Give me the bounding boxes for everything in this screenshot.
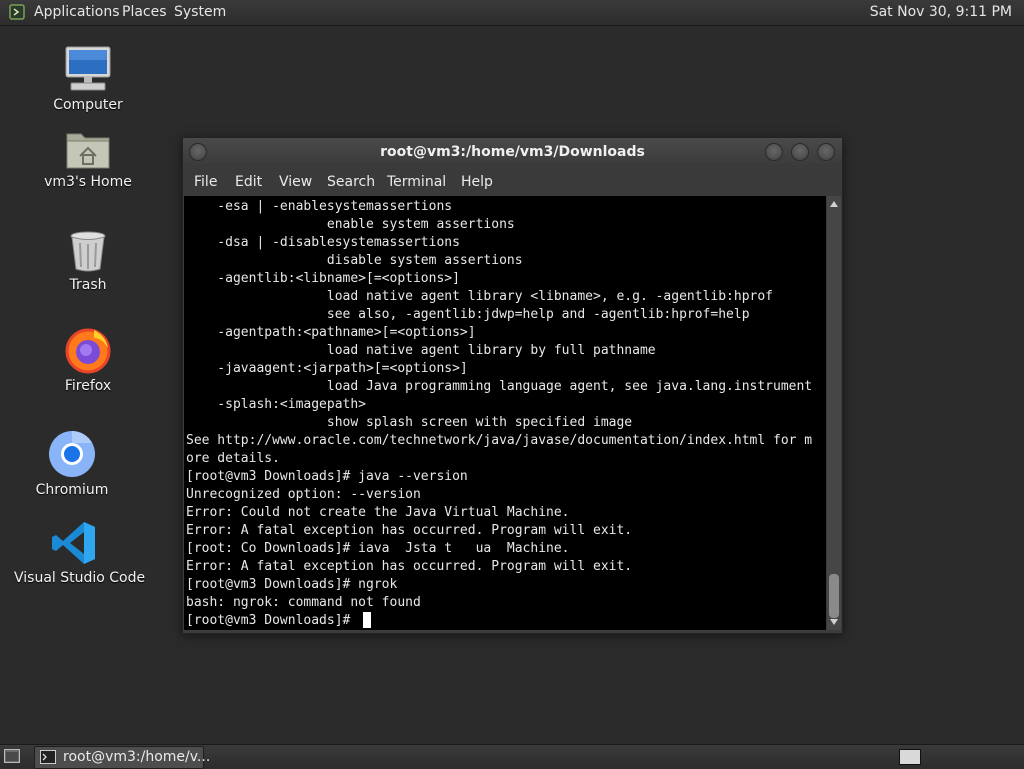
- desktop-icon-label: vm3's Home: [44, 174, 132, 190]
- desktop-icon-trash[interactable]: Trash: [44, 229, 132, 293]
- menu-terminal[interactable]: Terminal: [387, 174, 446, 190]
- desktop-icon-label: Visual Studio Code: [14, 570, 146, 586]
- taskbar-button-label: root@vm3:/home/v...: [63, 749, 211, 765]
- terminal-line: Unrecognized option: --version: [186, 487, 421, 502]
- desktop-icon-computer[interactable]: Computer: [44, 45, 132, 113]
- terminal-line: -dsa | -disablesystemassertions: [217, 235, 460, 250]
- chromium-icon: [49, 431, 95, 477]
- computer-icon: [65, 46, 111, 91]
- desktop-icon-chromium[interactable]: Chromium: [28, 430, 116, 498]
- terminal-line: Error: A fatal exception has occurred. P…: [186, 559, 633, 574]
- workspace-switcher[interactable]: [899, 749, 921, 765]
- desktop-icon-label: Computer: [53, 97, 123, 113]
- terminal-line: -agentlib:<libname>[=<options>]: [217, 271, 460, 286]
- minimize-button[interactable]: [765, 143, 783, 161]
- terminal-line: [root: Co Downloads]# iava Jsta t ua Mac…: [186, 541, 570, 556]
- menu-search[interactable]: Search: [327, 174, 375, 190]
- clock[interactable]: Sat Nov 30, 9:11 PM: [870, 4, 1012, 20]
- close-button[interactable]: [817, 143, 835, 161]
- terminal-line: load native agent library <libname>, e.g…: [326, 289, 773, 304]
- terminal-line: ore details.: [186, 451, 280, 466]
- terminal-line: show splash screen with specified image: [326, 415, 633, 430]
- applications-menu-icon[interactable]: [9, 4, 25, 20]
- menu-file[interactable]: File: [194, 174, 217, 190]
- terminal-line: disable system assertions: [326, 253, 523, 268]
- menu-edit[interactable]: Edit: [235, 174, 262, 190]
- applications-menu[interactable]: Applications: [34, 4, 120, 20]
- window-titlebar[interactable]: root@vm3:/home/vm3/Downloads: [183, 138, 842, 167]
- desktop-icon-label: Trash: [69, 277, 107, 293]
- places-menu[interactable]: Places: [122, 4, 167, 20]
- terminal-line: [root@vm3 Downloads]# ngrok: [186, 577, 398, 592]
- trash-icon: [70, 231, 106, 272]
- terminal-line: bash: ngrok: command not found: [186, 595, 421, 610]
- terminal-line: -javaagent:<jarpath>[=<options>]: [217, 361, 468, 376]
- terminal-icon: [40, 750, 56, 764]
- system-menu[interactable]: System: [174, 4, 226, 20]
- home-folder-icon: [66, 133, 110, 169]
- desktop-icon-firefox[interactable]: Firefox: [44, 326, 132, 394]
- desktop-icon-home[interactable]: vm3's Home: [44, 128, 132, 190]
- terminal-menubar: File Edit View Search Terminal Help: [183, 168, 842, 196]
- terminal-line: -agentpath:<pathname>[=<options>]: [217, 325, 476, 340]
- terminal-line: Error: Could not create the Java Virtual…: [186, 505, 570, 520]
- firefox-icon: [65, 328, 111, 374]
- terminal-line: [root@vm3 Downloads]#: [186, 613, 359, 628]
- terminal-line: enable system assertions: [326, 217, 515, 232]
- menu-view[interactable]: View: [279, 174, 312, 190]
- maximize-button[interactable]: [791, 143, 809, 161]
- terminal-line: -splash:<imagepath>: [217, 397, 367, 412]
- terminal-text: -esa | -enablesystemassertions enable sy…: [184, 196, 826, 630]
- top-panel: Applications Places System Sat Nov 30, 9…: [0, 0, 1024, 26]
- terminal-line: [root@vm3 Downloads]# java --version: [186, 469, 468, 484]
- desktop-icon-label: Chromium: [35, 482, 109, 498]
- scroll-up-arrow-icon[interactable]: [830, 201, 838, 207]
- terminal-line: -esa | -enablesystemassertions: [217, 199, 453, 214]
- bottom-panel: root@vm3:/home/v...: [0, 744, 1024, 769]
- show-desktop-icon[interactable]: [4, 749, 20, 763]
- terminal-line: Error: A fatal exception has occurred. P…: [186, 523, 633, 538]
- desktop-icon-vscode[interactable]: Visual Studio Code: [14, 520, 146, 586]
- scrollbar-thumb[interactable]: [829, 574, 839, 618]
- terminal-cursor: [363, 612, 371, 628]
- taskbar-terminal-button[interactable]: root@vm3:/home/v...: [34, 746, 210, 769]
- terminal-line: load native agent library by full pathna…: [326, 343, 656, 358]
- terminal-output[interactable]: -esa | -enablesystemassertions enable sy…: [184, 196, 826, 630]
- terminal-line: See http://www.oracle.com/technetwork/ja…: [186, 433, 813, 448]
- terminal-line: load Java programming language agent, se…: [326, 379, 813, 394]
- terminal-line: see also, -agentlib:jdwp=help and -agent…: [326, 307, 750, 322]
- terminal-scrollbar[interactable]: [827, 196, 841, 630]
- vscode-icon: [52, 522, 95, 564]
- menu-help[interactable]: Help: [461, 174, 493, 190]
- terminal-window[interactable]: root@vm3:/home/vm3/Downloads File Edit V…: [182, 137, 843, 634]
- window-title: root@vm3:/home/vm3/Downloads: [380, 144, 645, 160]
- desktop-icon-label: Firefox: [64, 378, 112, 394]
- scroll-down-arrow-icon[interactable]: [830, 619, 838, 625]
